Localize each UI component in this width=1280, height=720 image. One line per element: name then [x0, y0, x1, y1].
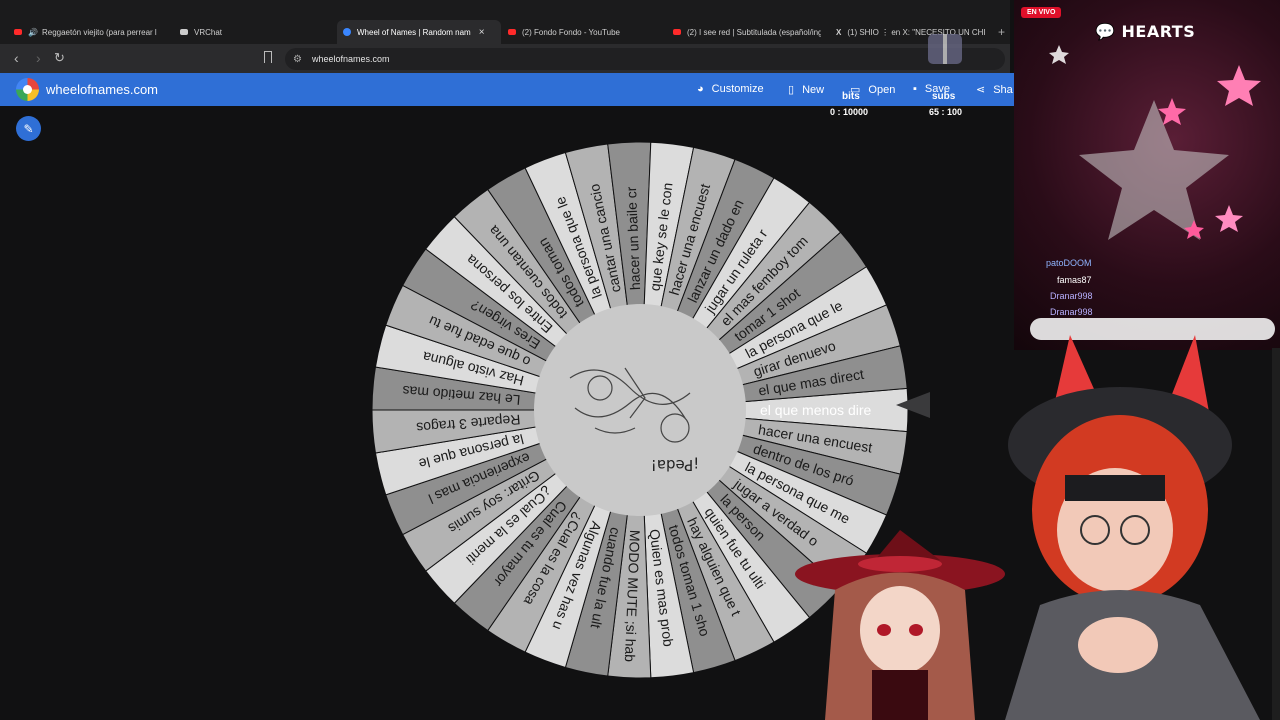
pencil-icon: ✎: [23, 121, 34, 136]
new-label: New: [802, 83, 825, 96]
youtube-icon: [508, 29, 516, 35]
arrow-left-icon[interactable]: ‹: [14, 50, 19, 66]
site-name[interactable]: wheelofnames.com: [46, 82, 158, 97]
tab-title: (2) I see red | Subtitulada (español/ing: [687, 27, 821, 37]
cat-girl-avatar: [1005, 335, 1260, 720]
share-label: Sha: [993, 83, 1013, 96]
chat-user: Dranar998: [1050, 307, 1093, 317]
wheel-logo-icon[interactable]: [16, 78, 39, 101]
chat-user: patoDOOM: [1046, 258, 1092, 268]
tab-title: (2) Fondo Fondo - YouTube: [522, 27, 620, 37]
file-icon: ▯: [788, 84, 795, 96]
edit-pencil-button[interactable]: ✎: [16, 116, 41, 141]
wheel-pointer: [896, 392, 930, 418]
chat-user: famas87: [1057, 275, 1092, 285]
youtube-icon: [673, 29, 681, 35]
live-badge: EN VIVO: [1021, 7, 1062, 18]
tab-wheel-of-names[interactable]: Wheel of Names | Random nam ×: [337, 20, 501, 44]
reload-icon[interactable]: ↻: [54, 50, 65, 66]
new-tab-icon[interactable]: +: [998, 25, 1005, 39]
bits-label: bits: [842, 91, 860, 102]
wheel-icon: [343, 28, 351, 36]
tab-title: Wheel of Names | Random nam: [357, 27, 471, 37]
wheel-center-image[interactable]: [534, 304, 746, 516]
arrow-right-icon[interactable]: ›: [36, 50, 41, 66]
x-logo-icon: X: [836, 27, 842, 37]
site-header: wheelofnames.com ◕ Customize ▯ New ▭ Ope…: [0, 73, 1016, 106]
chat-user: Dranar998: [1050, 291, 1093, 301]
browser-toolbar: ‹ › ↻ ⚙ wheelofnames.com: [0, 44, 1010, 74]
url-text: wheelofnames.com: [311, 54, 390, 64]
close-tab-icon[interactable]: ×: [479, 27, 485, 38]
tab-title: (1) SHIO ⋮ en X: "NECESITO UN CHI: [847, 27, 986, 37]
share-icon: ⋖: [976, 84, 986, 96]
tab-i-see-red[interactable]: (2) I see red | Subtitulada (español/ing: [673, 22, 821, 42]
site-info-icon[interactable]: ⚙: [293, 54, 302, 65]
gift-icon: [928, 34, 962, 64]
tab-vrchat[interactable]: VRChat: [180, 22, 330, 42]
tab-title: VRChat: [194, 27, 223, 37]
browser-tab-bar: 🔊 Reggaetón viejito (para perrear l VRCh…: [0, 0, 1010, 44]
hearts-title: 💬 HEARTS: [1095, 22, 1196, 41]
wheel-center-text: ¡Peda!: [651, 456, 699, 474]
subs-label: subs: [932, 91, 956, 102]
bookmark-icon[interactable]: [264, 51, 272, 63]
witch-avatar: [795, 530, 1005, 720]
open-label: Open: [868, 83, 896, 96]
bits-count: 0 : 10000: [830, 107, 869, 117]
tab-x-post[interactable]: X (1) SHIO ⋮ en X: "NECESITO UN CHI: [836, 22, 986, 42]
customize-label: Customize: [711, 83, 764, 95]
new-button[interactable]: ▯ New: [788, 83, 825, 97]
tab-title: Reggaetón viejito (para perrear l: [41, 27, 157, 37]
subs-count: 65 : 100: [929, 107, 963, 117]
tab-fondo-fondo[interactable]: (2) Fondo Fondo - YouTube: [508, 22, 658, 42]
vrchat-icon: [180, 29, 188, 35]
customize-button[interactable]: ◕ Customize: [697, 83, 764, 95]
chat-bubble-icon: 💬: [1095, 22, 1122, 41]
tab-reggaeton[interactable]: 🔊 Reggaetón viejito (para perrear l: [14, 22, 164, 42]
speaker-icon[interactable]: 🔊: [28, 28, 38, 37]
youtube-icon: [14, 29, 22, 35]
share-button[interactable]: ⋖ Sha: [976, 83, 1013, 97]
scrollbar[interactable]: [1272, 348, 1280, 720]
address-bar[interactable]: ⚙ wheelofnames.com: [285, 48, 1005, 70]
palette-icon: ◕: [697, 83, 704, 95]
wheel-entry-label: el que menos dire: [760, 402, 872, 418]
save-icon: ▪: [913, 83, 917, 95]
